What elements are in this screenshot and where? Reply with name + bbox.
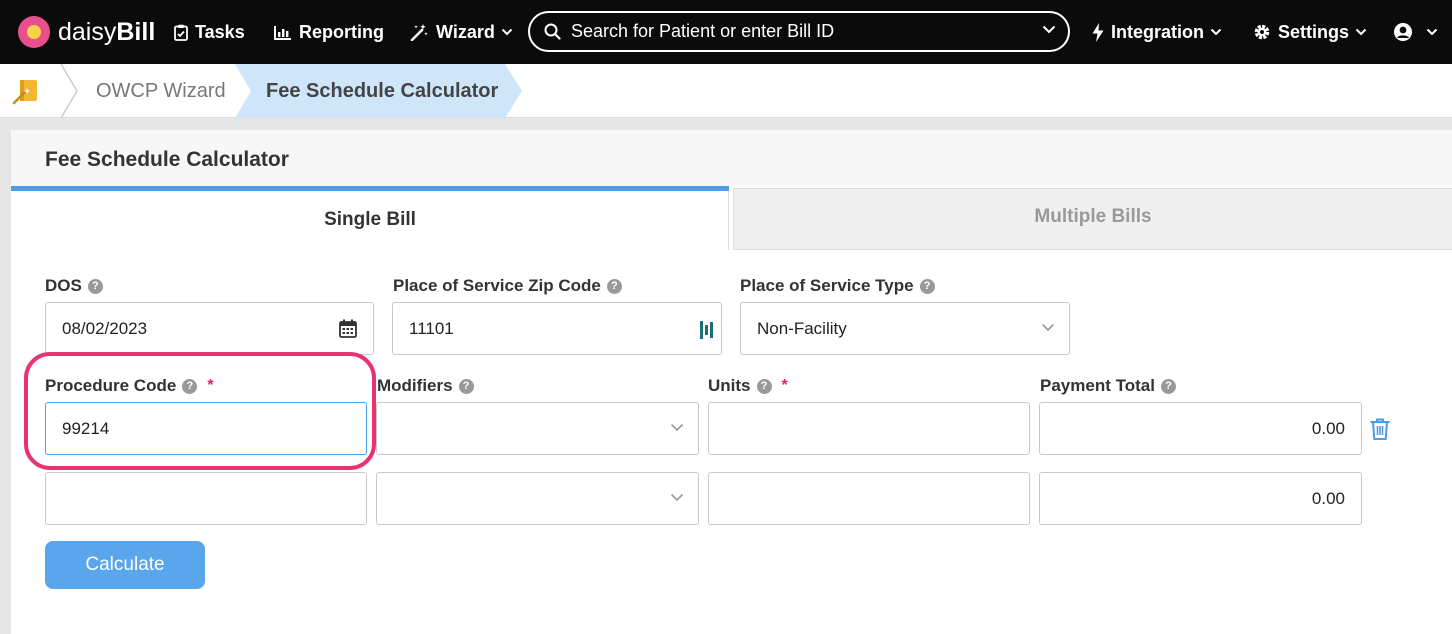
pos-type-label: Place of Service Type? [740,276,935,296]
nav-reporting[interactable]: Reporting [274,20,384,44]
nav-integration[interactable]: Integration [1092,20,1222,44]
tab-single-bill[interactable]: Single Bill [11,186,729,250]
breadcrumb-owcp-wizard[interactable]: OWCP Wizard [96,80,226,103]
daisy-flower-icon [18,16,50,48]
payment-total-field: 0.00 [1039,472,1362,525]
modifiers-select[interactable] [376,472,699,525]
payment-total-value: 0.00 [1311,488,1345,508]
user-menu[interactable] [1393,20,1438,44]
nav-settings[interactable]: Settings [1253,20,1367,44]
dos-label-text: DOS [45,276,82,295]
nav-wizard[interactable]: Wizard [410,20,513,44]
payment-total-field: 0.00 [1039,402,1362,455]
search-bar[interactable]: Search for Patient or enter Bill ID [528,11,1070,52]
breadcrumb-fee-schedule-calculator: Fee Schedule Calculator [266,80,499,102]
panel-header: Fee Schedule Calculator [11,130,1452,186]
bar-chart-icon [274,25,291,40]
help-icon[interactable]: ? [606,278,622,294]
payment-total-label-text: Payment Total [1040,376,1155,395]
clipboard-icon [174,24,188,41]
trash-icon[interactable] [1369,417,1391,441]
pos-type-label-text: Place of Service Type [740,276,914,295]
home-wizard-icon[interactable] [12,76,42,106]
highlight-annotation [24,352,376,470]
nav-tasks[interactable]: Tasks [174,20,245,44]
nav-reporting-label: Reporting [299,21,384,42]
nav-settings-label: Settings [1278,21,1350,42]
tab-single-bill-label: Single Bill [324,209,416,230]
chevron-down-icon [1426,28,1438,36]
pos-type-select[interactable]: Non-Facility [740,302,1070,355]
page-title: Fee Schedule Calculator [45,148,289,171]
calendar-icon[interactable] [339,319,357,338]
tab-multiple-bills[interactable]: Multiple Bills [733,188,1452,250]
dos-label: DOS? [45,276,103,296]
chevron-down-icon [1355,28,1367,36]
zip-code-input[interactable]: 11101 [392,302,722,355]
units-input[interactable] [708,472,1030,525]
pos-type-value: Non-Facility [757,318,847,338]
help-icon[interactable]: ? [919,278,935,294]
nav-wizard-label: Wizard [436,21,495,42]
modifiers-select[interactable] [376,402,699,455]
modifiers-label-text: Modifiers [377,376,453,395]
autofill-extension-icon[interactable] [699,320,715,340]
search-placeholder: Search for Patient or enter Bill ID [571,21,835,41]
chevron-down-icon [1210,28,1222,36]
units-label: Units? * [708,376,788,396]
search-icon [544,23,561,40]
brand-bold: Bill [116,17,156,46]
tab-divider [728,191,729,250]
brand-light: daisy [58,17,117,46]
nav-tasks-label: Tasks [195,21,245,42]
dos-value: 08/02/2023 [62,318,148,338]
top-nav: daisyBill Tasks Reporting Wizard Search … [0,0,1452,64]
user-avatar-icon [1394,23,1412,41]
dos-input[interactable]: 08/02/2023 [45,302,374,355]
chevron-down-icon [670,423,684,432]
gear-icon [1254,24,1270,40]
help-icon[interactable]: ? [756,378,772,394]
units-input[interactable] [708,402,1030,455]
help-icon[interactable]: ? [87,278,103,294]
required-marker: * [781,377,788,394]
calculate-button[interactable]: Calculate [45,541,205,589]
payment-total-label: Payment Total? [1040,376,1176,396]
units-label-text: Units [708,376,751,395]
help-icon[interactable]: ? [1160,378,1176,394]
chevron-down-icon [501,28,513,36]
daisybill-logo[interactable]: daisyBill [18,14,155,50]
tab-multiple-bills-label: Multiple Bills [1034,206,1152,227]
zip-value: 11101 [409,318,454,338]
chevron-down-icon[interactable] [1042,25,1056,34]
chevron-down-icon [670,493,684,502]
zip-label-text: Place of Service Zip Code [393,276,601,295]
modifiers-label: Modifiers? [377,376,474,396]
procedure-code-input[interactable] [45,472,367,525]
help-icon[interactable]: ? [458,378,474,394]
zip-label: Place of Service Zip Code? [393,276,622,296]
nav-integration-label: Integration [1111,21,1204,42]
breadcrumb: OWCP Wizard Fee Schedule Calculator [0,64,1452,118]
bolt-icon [1092,22,1104,42]
chevron-down-icon [1041,323,1055,332]
magic-wand-icon [410,24,428,41]
payment-total-value: 0.00 [1311,418,1345,438]
breadcrumb-separator [60,64,78,118]
